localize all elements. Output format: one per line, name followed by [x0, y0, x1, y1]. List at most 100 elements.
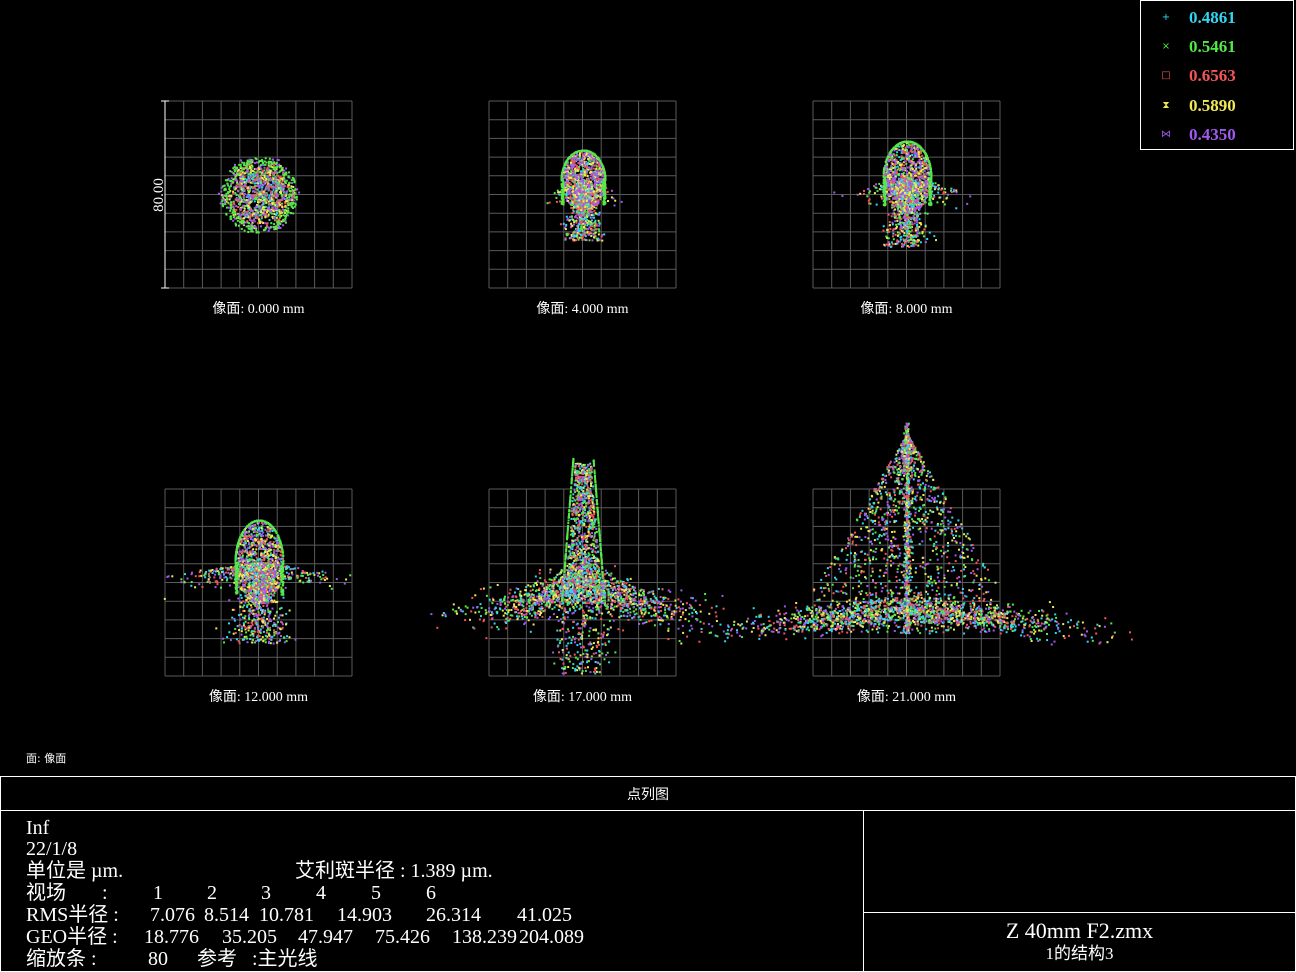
spot-point: [901, 210, 904, 213]
spot-point: [584, 239, 587, 241]
spot-point: [904, 149, 907, 152]
spot-point: [566, 180, 569, 183]
spot-point: [279, 212, 282, 215]
spot-point: [885, 165, 888, 168]
spot-point: [237, 224, 240, 227]
spot-point: [291, 182, 293, 184]
spot-point: [279, 216, 282, 218]
spot-point: [889, 173, 892, 176]
spot-point: [273, 182, 276, 185]
spot-point: [923, 173, 925, 176]
spot-point: [269, 226, 272, 229]
spot-point: [230, 201, 233, 204]
spot-point: [226, 197, 228, 200]
spot-point: [269, 179, 272, 182]
spot-point: [233, 169, 236, 172]
spot-point: [286, 202, 289, 205]
spot-point: [597, 175, 600, 177]
spot-point: [588, 163, 591, 165]
spot-point: [268, 183, 271, 186]
spot-point: [579, 164, 582, 166]
spot-point: [911, 158, 914, 161]
spot-point: [295, 198, 298, 201]
spot-point: [918, 197, 921, 200]
spot-point: [285, 206, 288, 209]
spot-point: [576, 178, 579, 180]
spot-point: [267, 200, 270, 203]
spot-point: [587, 192, 589, 195]
spot-point: [919, 176, 922, 179]
spot-point: [251, 230, 254, 233]
spot-point: [239, 221, 242, 223]
spot-point: [248, 191, 251, 193]
spot-point: [601, 239, 604, 242]
spot-point: [275, 161, 278, 164]
spot-point: [927, 178, 930, 181]
spot-point: [280, 220, 283, 223]
spot-point: [893, 154, 896, 157]
spot-point: [572, 218, 575, 221]
spot-point: [889, 186, 892, 189]
spot-point: [582, 202, 585, 205]
spot-point: [595, 224, 598, 227]
spot-point: [561, 194, 564, 197]
spot-point: [896, 219, 899, 222]
spot-point: [254, 168, 257, 170]
spot-point: [603, 171, 606, 174]
spot-point: [586, 180, 589, 183]
spot-point: [887, 237, 890, 240]
spot-point: [880, 195, 883, 198]
spot-point: [291, 189, 294, 191]
spot-point: [290, 187, 293, 190]
spot-point: [225, 206, 228, 209]
spot-point: [923, 159, 926, 162]
spot-point: [253, 214, 255, 217]
spot-point: [261, 208, 264, 211]
spot-point: [282, 174, 285, 177]
spot-point: [859, 192, 862, 195]
spot-point: [916, 189, 918, 192]
spot-point: [911, 211, 914, 214]
spot-point: [262, 161, 264, 164]
spot-point: [569, 161, 572, 164]
spot-point: [921, 232, 924, 235]
spot-point: [562, 166, 565, 169]
spot-point: [254, 209, 257, 212]
spot-point: [611, 189, 613, 192]
spot-point: [247, 167, 250, 170]
spot-point: [892, 197, 894, 200]
spot-point: [273, 226, 276, 229]
spot-point: [262, 221, 265, 224]
spot-point: [273, 228, 276, 231]
spot-point: [595, 199, 598, 202]
spot-point: [916, 154, 918, 157]
spot-point: [271, 158, 274, 161]
spot-point: [232, 202, 235, 205]
spot-point: [249, 181, 252, 184]
spot-point: [250, 226, 253, 229]
spot-point: [911, 194, 914, 197]
spot-point: [900, 235, 903, 238]
spot-point: [568, 166, 570, 169]
spot-point: [918, 213, 921, 215]
spot-point: [588, 209, 590, 212]
spot-point: [249, 199, 252, 202]
spot-point: [249, 213, 252, 216]
spot-point: [255, 191, 258, 194]
spot-point: [275, 183, 278, 186]
spot-point: [252, 197, 254, 200]
spot-point: [582, 156, 585, 159]
spot-point: [282, 224, 285, 227]
spot-point: [566, 234, 569, 237]
spot-point: [291, 176, 294, 179]
spot-point: [243, 185, 246, 188]
spot-point: [255, 211, 258, 214]
spot-point: [898, 213, 901, 216]
spot-point: [278, 163, 281, 166]
spot-point: [228, 206, 230, 209]
spot-point: [903, 232, 906, 234]
spot-point: [270, 222, 273, 225]
spot-point: [576, 225, 579, 228]
spot-point: [892, 235, 894, 238]
spot-point: [269, 165, 272, 168]
